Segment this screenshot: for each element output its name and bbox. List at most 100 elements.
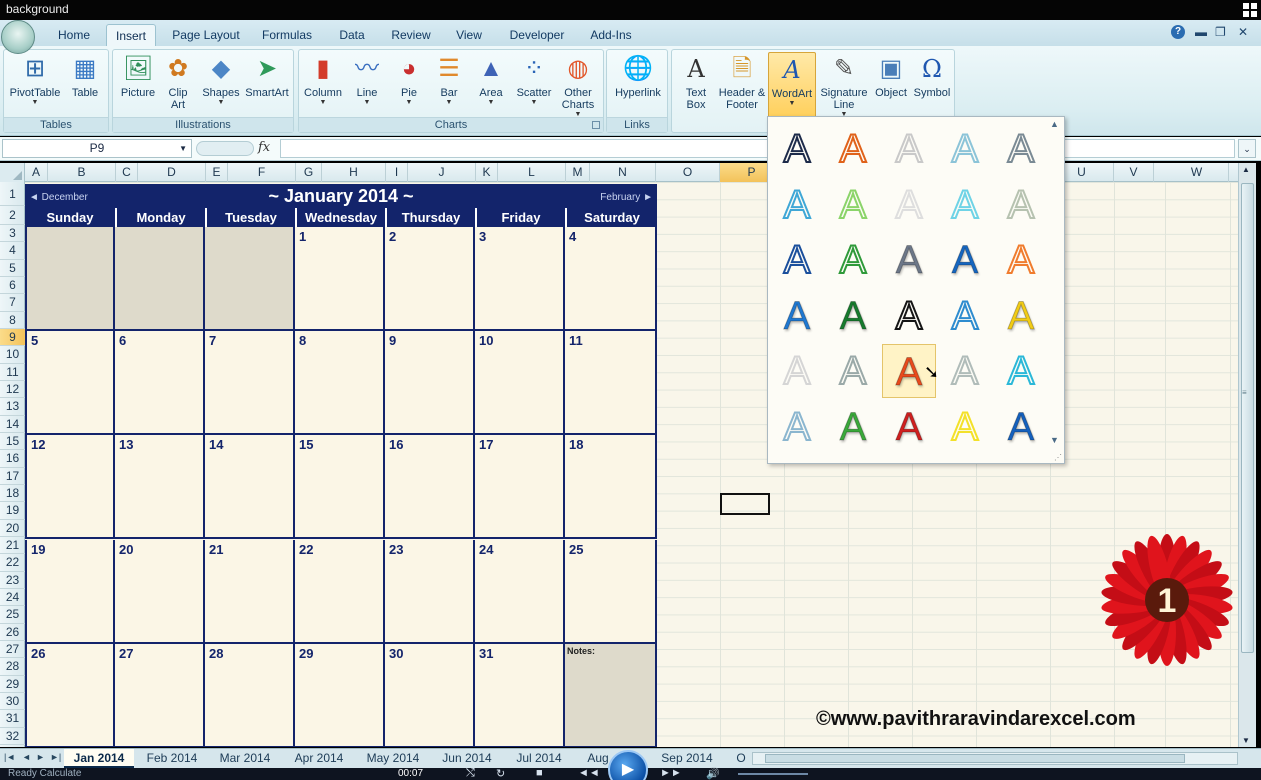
wordart-style-9[interactable]: A [938, 178, 992, 232]
wordart-style-16[interactable]: A [770, 289, 824, 343]
wordart-style-29[interactable]: A [938, 400, 992, 454]
column-header-k[interactable]: K [476, 163, 498, 182]
wordart-style-17[interactable]: A [826, 289, 880, 343]
sheet-tab[interactable]: Jul 2014 [508, 749, 570, 768]
sheet-tab[interactable]: Mar 2014 [212, 749, 278, 768]
column-header-d[interactable]: D [138, 163, 206, 182]
bar-chart-button[interactable]: ☰ Bar ▼ [431, 52, 467, 107]
wordart-style-27[interactable]: A [826, 400, 880, 454]
row-header-21[interactable]: 21 [0, 537, 25, 555]
wordart-style-22[interactable]: A [826, 344, 880, 398]
shuffle-icon[interactable]: ⤭ [466, 767, 475, 780]
column-header-f[interactable]: F [228, 163, 296, 182]
calendar-day[interactable]: 30 [385, 643, 475, 747]
tab-page-layout[interactable]: Page Layout [168, 24, 244, 46]
calendar-day[interactable]: 26 [25, 643, 115, 747]
wordart-style-7[interactable]: A [826, 178, 880, 232]
column-chart-button[interactable]: ▮ Column ▼ [303, 52, 343, 107]
notes-cell[interactable]: Notes: [565, 643, 657, 747]
calendar-day[interactable]: 6 [115, 331, 205, 436]
symbol-button[interactable]: Ω Symbol [912, 52, 952, 99]
calendar-day[interactable]: 24 [475, 539, 565, 644]
calendar-day[interactable]: 22 [295, 539, 385, 644]
column-header-j[interactable]: J [408, 163, 476, 182]
sheet-tab[interactable]: Jan 2014 [64, 749, 134, 768]
calendar-day[interactable]: 31 [475, 643, 565, 747]
column-header-g[interactable]: G [296, 163, 322, 182]
wordart-button[interactable]: A WordArt ▼ [768, 52, 816, 120]
sheet-tab[interactable]: Jun 2014 [434, 749, 500, 768]
row-header-32[interactable]: 32 [0, 728, 25, 745]
scatter-chart-button[interactable]: ⁘ Scatter ▼ [513, 52, 555, 107]
column-header-w[interactable]: W [1165, 163, 1229, 182]
row-header-11[interactable]: 11 [0, 364, 25, 381]
calendar-day[interactable]: 4 [565, 227, 657, 331]
column-header-b[interactable]: B [48, 163, 116, 182]
wordart-style-1[interactable]: A [770, 122, 824, 176]
calendar-day[interactable]: 27 [115, 643, 205, 747]
column-header-n[interactable]: N [590, 163, 656, 182]
row-header-28[interactable]: 28 [0, 658, 25, 676]
chevron-down-icon[interactable]: ▼ [179, 140, 187, 157]
volume-slider[interactable] [738, 773, 808, 775]
minimize-icon[interactable]: ▬ [1195, 25, 1207, 39]
last-sheet-icon[interactable]: ►| [50, 752, 61, 762]
row-header-24[interactable]: 24 [0, 589, 25, 607]
row-header-18[interactable]: 18 [0, 485, 25, 503]
row-header-23[interactable]: 23 [0, 572, 25, 589]
calendar-day[interactable]: 2 [385, 227, 475, 331]
row-header-27[interactable]: 27 [0, 641, 25, 659]
calendar-day[interactable]: 29 [295, 643, 385, 747]
row-header-5[interactable]: 5 [0, 260, 25, 277]
tab-developer[interactable]: Developer [504, 24, 570, 46]
row-header-20[interactable]: 20 [0, 520, 25, 537]
text-box-button[interactable]: A Text Box [676, 52, 716, 111]
scroll-thumb[interactable] [765, 754, 1185, 763]
table-button[interactable]: ▦ Table [64, 52, 106, 99]
row-header-29[interactable]: 29 [0, 676, 25, 693]
wordart-style-12[interactable]: A [826, 233, 880, 287]
grid-icon[interactable] [1243, 3, 1257, 17]
wordart-style-14[interactable]: A [938, 233, 992, 287]
office-button[interactable] [1, 20, 35, 54]
horizontal-scrollbar[interactable] [752, 752, 1238, 765]
wordart-style-3[interactable]: A [882, 122, 936, 176]
sheet-tab[interactable]: May 2014 [360, 749, 426, 768]
name-box[interactable]: P9 ▼ [2, 139, 192, 158]
wordart-style-28[interactable]: A [882, 400, 936, 454]
row-header-4[interactable]: 4 [0, 242, 25, 260]
row-header-8[interactable]: 8 [0, 312, 25, 329]
tab-home[interactable]: Home [52, 24, 96, 46]
wordart-style-20[interactable]: A [994, 289, 1048, 343]
sheet-tab[interactable]: Apr 2014 [286, 749, 352, 768]
clip-art-button[interactable]: ✿ Clip Art [163, 52, 193, 111]
wordart-style-13[interactable]: A [882, 233, 936, 287]
column-header-a[interactable]: A [25, 163, 48, 182]
area-chart-button[interactable]: ▲ Area ▼ [471, 52, 511, 107]
row-header-19[interactable]: 19 [0, 502, 25, 520]
tab-formulas[interactable]: Formulas [256, 24, 318, 46]
calendar-day[interactable]: 7 [205, 331, 295, 436]
calendar-day[interactable] [205, 227, 295, 331]
tab-add-ins[interactable]: Add-Ins [584, 24, 638, 46]
column-header-e[interactable]: E [206, 163, 228, 182]
sheet-tab[interactable]: Sep 2014 [650, 749, 724, 768]
pivottable-button[interactable]: ⊞ PivotTable ▼ [7, 52, 63, 107]
calendar-day[interactable]: 25 [565, 539, 657, 644]
wordart-style-26[interactable]: A [770, 400, 824, 454]
row-header-6[interactable]: 6 [0, 277, 25, 295]
row-header-16[interactable]: 16 [0, 450, 25, 468]
row-header-31[interactable]: 31 [0, 710, 25, 728]
calendar-day[interactable]: 19 [25, 539, 115, 644]
row-header-30[interactable]: 30 [0, 693, 25, 711]
next-month-link[interactable]: February ► [600, 192, 653, 203]
tab-review[interactable]: Review [386, 24, 436, 46]
wordart-style-15[interactable]: A [994, 233, 1048, 287]
calendar-day[interactable]: 23 [385, 539, 475, 644]
calendar-day[interactable]: 12 [25, 435, 115, 540]
calendar-day[interactable]: 3 [475, 227, 565, 331]
sheet-tab[interactable]: O [730, 749, 752, 768]
row-header-13[interactable]: 13 [0, 398, 25, 416]
select-all-button[interactable] [0, 163, 25, 182]
volume-icon[interactable]: 🔊 [706, 767, 720, 780]
